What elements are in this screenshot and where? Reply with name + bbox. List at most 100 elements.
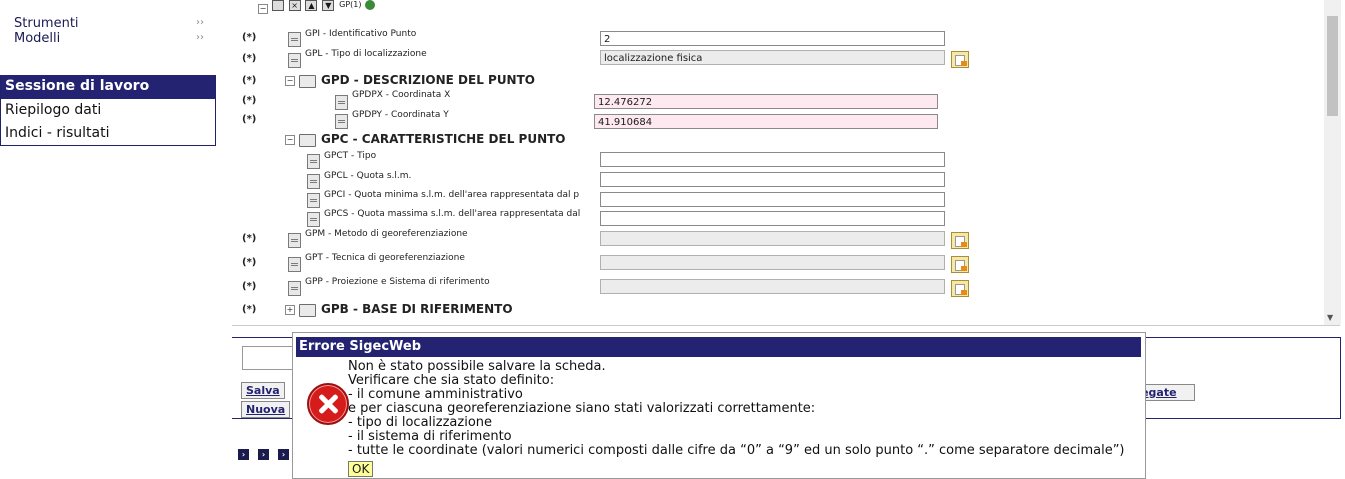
nav-first-icon[interactable]: ›	[238, 449, 249, 460]
document-icon	[307, 174, 320, 189]
delete-icon[interactable]: ×	[288, 0, 301, 11]
field-row-gpci: GPCI - Quota minima s.l.m. dell'area rap…	[232, 189, 1322, 209]
group-label: GPD - DESCRIZIONE DEL PUNTO	[321, 73, 535, 87]
field-label: GPP - Proiezione e Sistema di riferiment…	[305, 277, 490, 287]
document-icon	[288, 53, 301, 68]
group-label: GPB - BASE DI RIFERIMENTO	[321, 302, 513, 316]
group-row-gpd: (*) − GPD - DESCRIZIONE DEL PUNTO	[232, 72, 1322, 92]
field-label: GPDPY - Coordinata Y	[352, 110, 449, 120]
lookup-icon[interactable]	[951, 280, 969, 297]
globe-icon[interactable]	[365, 0, 376, 10]
gpct-input[interactable]	[600, 152, 945, 167]
lookup-icon[interactable]	[951, 256, 969, 273]
form-tree-panel: − × ▲ ▼ GP(1) (*) GPI - Identificativo P…	[232, 0, 1340, 326]
field-label: GPCT - Tipo	[324, 151, 377, 161]
dialog-message-line: Verificare che sia stato definito:	[348, 373, 555, 388]
field-row-gpp: (*) GPP - Proiezione e Sistema di riferi…	[232, 276, 1322, 297]
dialog-message-line: - il comune amministrativo	[348, 387, 523, 402]
session-title: Sessione di lavoro	[1, 75, 215, 99]
error-icon	[307, 383, 349, 425]
field-row-gpt: (*) GPT - Tecnica di georeferenziazione	[232, 252, 1322, 273]
gpcs-input[interactable]	[600, 211, 945, 226]
field-row-gpcs: GPCS - Quota massima s.l.m. dell'area ra…	[232, 208, 1322, 228]
field-row-gpl: (*) GPL - Tipo di localizzazione localiz…	[232, 49, 1322, 69]
ok-button[interactable]: OK	[348, 461, 374, 477]
document-icon	[335, 114, 348, 129]
nav-prev-icon[interactable]: ›	[258, 449, 269, 460]
dialog-message-line: - tutte le coordinate (valori numerici c…	[348, 443, 1125, 458]
coord-x-input[interactable]: 12.476272	[594, 94, 938, 109]
required-marker: (*)	[242, 32, 257, 43]
field-label: GPCL - Quota s.l.m.	[324, 171, 412, 181]
collapse-icon[interactable]: −	[285, 135, 295, 145]
dialog-message-line: - il sistema di riferimento	[348, 429, 512, 444]
field-row-gpm: (*) GPM - Metodo di georeferenziazione	[232, 228, 1322, 249]
sidebar-link-label: Strumenti	[14, 16, 79, 31]
required-marker: (*)	[242, 304, 257, 315]
document-icon	[335, 95, 348, 110]
field-label: GPDPX - Coordinata X	[352, 90, 451, 100]
folder-closed-icon	[299, 304, 316, 317]
required-marker: (*)	[242, 95, 257, 106]
group-row-gpb: (*) + GPB - BASE DI RIFERIMENTO	[232, 300, 1322, 320]
field-label: GPT - Tecnica di georeferenziazione	[305, 253, 465, 263]
sidebar-item-indici[interactable]: Indici - risultati	[1, 122, 215, 145]
lower-text-input[interactable]	[242, 346, 299, 370]
gpci-input[interactable]	[600, 192, 945, 207]
gpp-input[interactable]	[600, 279, 945, 294]
field-label: GPM - Metodo di georeferenziazione	[305, 229, 468, 239]
field-label: GPCS - Quota massima s.l.m. dell'area ra…	[324, 209, 581, 219]
sidebar-link-strumenti[interactable]: Strumenti ››	[14, 16, 210, 31]
coord-y-input[interactable]: 41.910684	[594, 114, 938, 129]
field-label: GPCI - Quota minima s.l.m. dell'area rap…	[324, 190, 580, 200]
gpcl-input[interactable]	[600, 172, 945, 187]
required-marker: (*)	[242, 257, 257, 268]
folder-open-icon	[271, 0, 284, 11]
error-dialog: Errore SigecWeb Non è stato possibile sa…	[292, 332, 1146, 479]
dialog-message-line: Non è stato possibile salvare la scheda.	[348, 359, 606, 374]
new-button[interactable]: Nuova	[241, 401, 291, 418]
sidebar-link-label: Modelli	[14, 31, 61, 46]
move-down-icon[interactable]: ▼	[322, 0, 335, 11]
gpi-input[interactable]: 2	[600, 31, 945, 46]
gpt-input[interactable]	[600, 255, 945, 270]
chevron-right-icon: ››	[196, 32, 204, 43]
toolbar-suffix: GP(1)	[339, 0, 362, 9]
document-icon	[307, 193, 320, 208]
dialog-message-line: e per ciascuna georeferenziazione siano …	[348, 401, 816, 416]
move-up-icon[interactable]: ▲	[305, 0, 318, 11]
gpm-input[interactable]	[600, 231, 945, 246]
folder-open-icon	[299, 134, 316, 147]
dialog-message-line: - tipo di localizzazione	[348, 415, 493, 430]
expand-icon[interactable]: +	[285, 305, 295, 315]
required-marker: (*)	[242, 53, 257, 64]
document-icon	[307, 212, 320, 227]
lookup-icon[interactable]	[951, 51, 969, 68]
scroll-down-icon[interactable]: ▼	[1327, 313, 1333, 322]
field-label: GPI - Identificativo Punto	[305, 29, 417, 39]
document-icon	[288, 32, 301, 47]
scroll-thumb[interactable]	[1327, 16, 1338, 116]
sidebar-item-riepilogo[interactable]: Riepilogo dati	[1, 99, 215, 122]
document-icon	[288, 233, 301, 248]
chevron-right-icon: ››	[196, 17, 204, 28]
lookup-icon[interactable]	[951, 232, 969, 249]
vertical-scrollbar[interactable]: ▼	[1324, 0, 1341, 325]
dialog-title: Errore SigecWeb	[296, 337, 1141, 357]
collapse-icon[interactable]: −	[258, 4, 268, 14]
field-row-gpi: (*) GPI - Identificativo Punto 2	[232, 29, 1322, 50]
save-button[interactable]: Salva	[241, 382, 285, 399]
folder-open-icon	[299, 75, 316, 88]
group-label: GPC - CARATTERISTICHE DEL PUNTO	[321, 132, 566, 146]
gpl-input[interactable]: localizzazione fisica	[600, 50, 945, 65]
document-icon	[288, 257, 301, 272]
field-label: GPL - Tipo di localizzazione	[305, 49, 427, 59]
nav-next-icon[interactable]: ›	[278, 449, 289, 460]
required-marker: (*)	[242, 75, 257, 86]
sidebar-link-modelli[interactable]: Modelli ››	[14, 31, 210, 46]
collapse-icon[interactable]: −	[285, 76, 295, 86]
field-row-gpct: GPCT - Tipo	[232, 150, 1322, 170]
field-row-gpcl: GPCL - Quota s.l.m.	[232, 170, 1322, 190]
required-marker: (*)	[242, 281, 257, 292]
required-marker: (*)	[242, 233, 257, 244]
